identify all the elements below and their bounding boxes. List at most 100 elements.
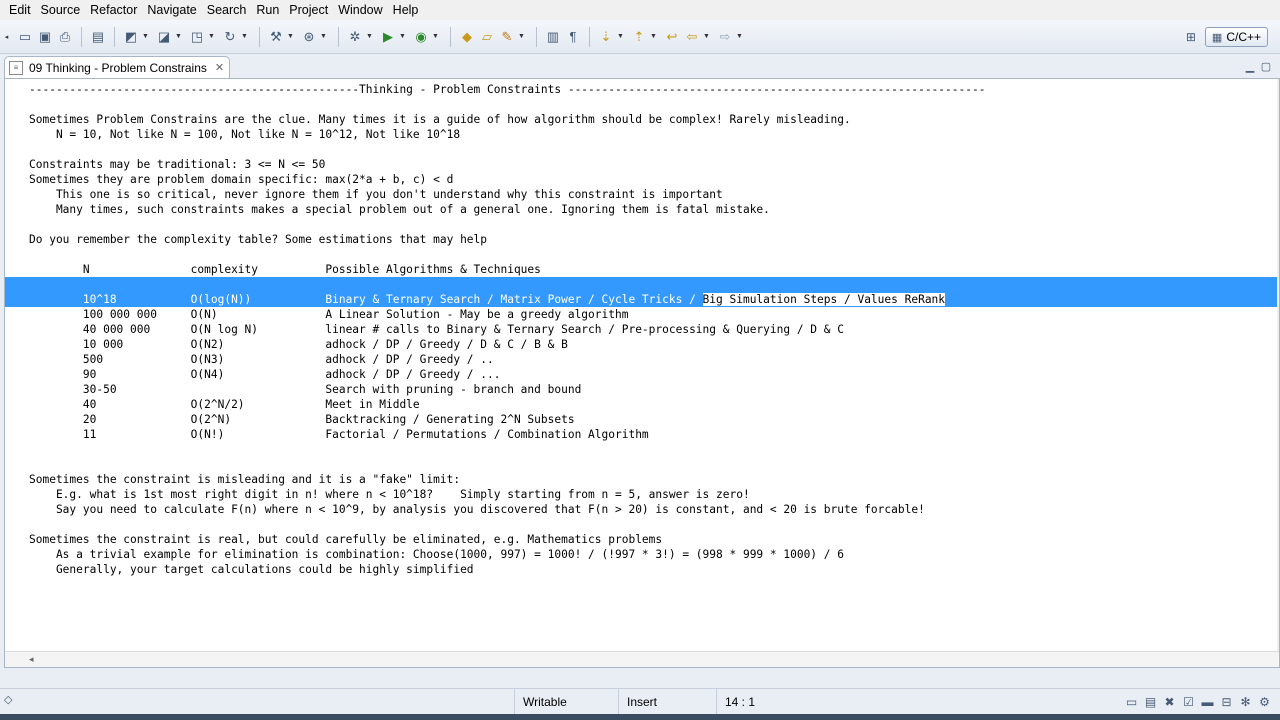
code-line-selected[interactable]: 10^18 O(log(N)) Binary & Ternary Search …: [5, 292, 1279, 307]
show-whitespace-icon[interactable]: ¶: [564, 28, 582, 46]
external-tools-dropdown-icon[interactable]: ▼: [431, 28, 440, 46]
menu-navigate[interactable]: Navigate: [142, 0, 201, 20]
code-line[interactable]: Constraints may be traditional: 3 <= N <…: [5, 157, 1279, 172]
code-line[interactable]: 10 000 O(N2) adhock / DP / Greedy / D & …: [5, 337, 1279, 352]
last-edit-location-icon[interactable]: ↩: [663, 28, 681, 46]
back-dropdown-icon[interactable]: ▼: [702, 28, 711, 46]
code-line[interactable]: [5, 457, 1279, 472]
print-icon[interactable]: ⎙: [56, 28, 74, 46]
fast-view-icon[interactable]: ◇: [4, 693, 18, 709]
code-line[interactable]: Sometimes they are problem domain specif…: [5, 172, 1279, 187]
external-tools-icon[interactable]: ◉: [412, 28, 430, 46]
code-line-selected-blank[interactable]: [5, 277, 1279, 292]
tasks-icon[interactable]: ☑: [1179, 693, 1198, 711]
code-line[interactable]: N = 10, Not like N = 100, Not like N = 1…: [5, 127, 1279, 142]
vertical-scrollbar[interactable]: [1277, 79, 1279, 651]
code-line[interactable]: 500 O(N3) adhock / DP / Greedy / ..: [5, 352, 1279, 367]
menu-edit[interactable]: Edit: [4, 0, 36, 20]
debug-dropdown-icon[interactable]: ▼: [365, 28, 374, 46]
search-pen-icon[interactable]: ✎: [498, 28, 516, 46]
run-icon[interactable]: ▶: [379, 28, 397, 46]
editor-content[interactable]: ----------------------------------------…: [5, 82, 1279, 577]
code-line[interactable]: 90 O(N4) adhock / DP / Greedy / ...: [5, 367, 1279, 382]
open-folder-icon[interactable]: ▱: [478, 28, 496, 46]
code-line[interactable]: This one is so critical, never ignore th…: [5, 187, 1279, 202]
block-selection-icon[interactable]: ▥: [544, 28, 562, 46]
menu-window[interactable]: Window: [333, 0, 387, 20]
code-line[interactable]: As a trivial example for elimination is …: [5, 547, 1279, 562]
settings-icon[interactable]: ✻: [1236, 693, 1255, 711]
code-line[interactable]: Generally, your target calculations coul…: [5, 562, 1279, 577]
menu-refactor[interactable]: Refactor: [85, 0, 142, 20]
hammer-icon[interactable]: ⚒: [267, 28, 285, 46]
new-source-folder-icon[interactable]: ◪: [155, 28, 173, 46]
open-perspective-icon[interactable]: ⊞: [1181, 27, 1201, 47]
code-line[interactable]: Do you remember the complexity table? So…: [5, 232, 1279, 247]
outline-icon[interactable]: ⊟: [1217, 693, 1236, 711]
menu-run[interactable]: Run: [251, 0, 284, 20]
code-line[interactable]: Sometimes the constraint is misleading a…: [5, 472, 1279, 487]
maximize-icon[interactable]: ▢: [1258, 58, 1274, 74]
minimize-icon[interactable]: ▁: [1242, 58, 1258, 74]
target-icon[interactable]: ⊛: [300, 28, 318, 46]
menu-search[interactable]: Search: [202, 0, 252, 20]
hammer-dropdown-icon[interactable]: ▼: [286, 28, 295, 46]
text-editor[interactable]: ----------------------------------------…: [4, 78, 1280, 668]
save-icon[interactable]: ▭: [16, 28, 34, 46]
back-icon[interactable]: ⇦: [683, 28, 701, 46]
code-line[interactable]: ----------------------------------------…: [5, 82, 1279, 97]
forward-icon[interactable]: ⇨: [716, 28, 734, 46]
previous-annotation-dropdown-icon[interactable]: ▼: [649, 28, 658, 46]
previous-annotation-icon[interactable]: ⇡: [630, 28, 648, 46]
code-line[interactable]: Sometimes the constraint is real, but co…: [5, 532, 1279, 547]
save-all-icon[interactable]: ▣: [36, 28, 54, 46]
code-line[interactable]: [5, 517, 1279, 532]
refresh-dropdown-icon[interactable]: ▼: [240, 28, 249, 46]
new-project-icon[interactable]: ◩: [122, 28, 140, 46]
code-line[interactable]: Many times, such constraints makes a spe…: [5, 202, 1279, 217]
run-config-icon[interactable]: ⚙: [1255, 693, 1274, 711]
code-line[interactable]: Say you need to calculate F(n) where n <…: [5, 502, 1279, 517]
forward-dropdown-icon[interactable]: ▼: [735, 28, 744, 46]
debug-icon[interactable]: ✲: [346, 28, 364, 46]
next-annotation-dropdown-icon[interactable]: ▼: [616, 28, 625, 46]
build-icon[interactable]: ▤: [89, 28, 107, 46]
new-source-folder-dropdown-icon[interactable]: ▼: [174, 28, 183, 46]
code-line[interactable]: [5, 142, 1279, 157]
menu-help[interactable]: Help: [388, 0, 424, 20]
code-line[interactable]: [5, 442, 1279, 457]
console-icon[interactable]: ▬: [1198, 693, 1217, 711]
code-line[interactable]: 11 O(N!) Factorial / Permutations / Comb…: [5, 427, 1279, 442]
code-line[interactable]: E.g. what is 1st most right digit in n! …: [5, 487, 1279, 502]
build-console-icon[interactable]: ▤: [1141, 693, 1160, 711]
perspective-cc-button[interactable]: ▦ C/C++: [1204, 27, 1268, 47]
menu-project[interactable]: Project: [284, 0, 333, 20]
scroll-left-icon[interactable]: ◂: [29, 654, 34, 665]
toolbar-overflow-icon[interactable]: ◂: [2, 28, 11, 46]
target-dropdown-icon[interactable]: ▼: [319, 28, 328, 46]
new-class-dropdown-icon[interactable]: ▼: [207, 28, 216, 46]
code-line[interactable]: 40 000 000 O(N log N) linear # calls to …: [5, 322, 1279, 337]
code-line[interactable]: 30-50 Search with pruning - branch and b…: [5, 382, 1279, 397]
new-class-icon[interactable]: ◳: [188, 28, 206, 46]
horizontal-scrollbar[interactable]: ◂: [5, 651, 1279, 667]
problems-icon[interactable]: ✖: [1160, 693, 1179, 711]
menu-source[interactable]: Source: [36, 0, 86, 20]
code-line[interactable]: [5, 97, 1279, 112]
code-line[interactable]: 40 O(2^N/2) Meet in Middle: [5, 397, 1279, 412]
search-dropdown-icon[interactable]: ▼: [517, 28, 526, 46]
progress-icon[interactable]: ▭: [1122, 693, 1141, 711]
code-line[interactable]: 20 O(2^N) Backtracking / Generating 2^N …: [5, 412, 1279, 427]
open-type-icon[interactable]: ◆: [458, 28, 476, 46]
close-icon[interactable]: ✕: [215, 61, 224, 74]
editor-tab[interactable]: ≡ 09 Thinking - Problem Constrains ✕: [4, 56, 230, 78]
code-line[interactable]: N complexity Possible Algorithms & Techn…: [5, 262, 1279, 277]
code-line[interactable]: Sometimes Problem Constrains are the clu…: [5, 112, 1279, 127]
new-project-dropdown-icon[interactable]: ▼: [141, 28, 150, 46]
code-line[interactable]: 100 000 000 O(N) A Linear Solution - May…: [5, 307, 1279, 322]
code-line[interactable]: [5, 217, 1279, 232]
refresh-icon[interactable]: ↻: [221, 28, 239, 46]
run-dropdown-icon[interactable]: ▼: [398, 28, 407, 46]
code-line[interactable]: [5, 247, 1279, 262]
next-annotation-icon[interactable]: ⇣: [597, 28, 615, 46]
